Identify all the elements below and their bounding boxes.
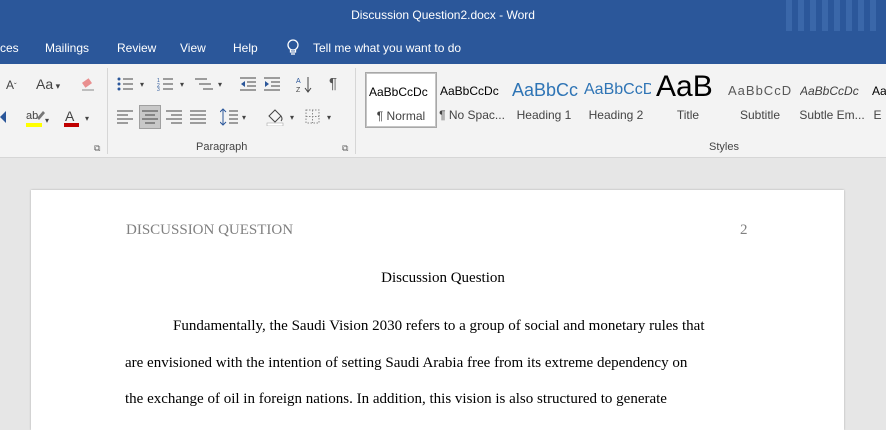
style-4[interactable]: AaBbCcD Heading 2 — [581, 72, 651, 126]
sort-icon[interactable]: AZ — [296, 76, 312, 99]
align-right-icon[interactable] — [166, 110, 182, 129]
decrease-indent-icon[interactable] — [240, 77, 256, 96]
tab-mailings[interactable]: Mailings — [45, 41, 89, 55]
svg-text:A: A — [296, 78, 301, 85]
style-sample: AaB — [656, 72, 713, 103]
svg-text:▾: ▾ — [327, 113, 331, 122]
style-sample: AaBbCcDc — [800, 84, 859, 98]
style-sample: AaBbCcD — [584, 81, 651, 98]
group-separator — [355, 68, 356, 154]
style-name: Subtle Em... — [799, 108, 865, 122]
svg-text:▾: ▾ — [242, 113, 246, 122]
body-line: the exchange of oil in foreign nations. … — [125, 391, 667, 407]
style-name: Title — [676, 108, 700, 122]
style-sample: AaBbCcDc — [369, 85, 428, 99]
borders-icon[interactable]: ▾ — [305, 108, 337, 131]
change-case-button[interactable]: Aa ▾ — [36, 76, 60, 92]
style-name: Heading 1 — [516, 108, 572, 122]
page-header-text: DISCUSSION QUESTION — [126, 222, 294, 238]
svg-text:▾: ▾ — [290, 113, 294, 122]
style-1[interactable]: AaBbCcDc ¶ Normal — [365, 72, 437, 128]
shrink-font-button[interactable]: Aˇ — [6, 78, 17, 92]
lightbulb-icon — [286, 39, 300, 59]
highlight-color-icon[interactable]: ab ▾ — [25, 108, 51, 133]
align-left-icon[interactable] — [117, 110, 133, 129]
style-sample: Aa — [872, 84, 886, 98]
ribbon: Aˇ Aa ▾ ab ▾ A ▾ ⧉ ▾ 1 2 3 ▾ ▾ AZ ¶ ▾ ▾ … — [0, 64, 886, 158]
line-spacing-icon[interactable]: ▾ — [219, 108, 250, 131]
style-name: ¶ No Spac... — [439, 108, 505, 122]
body-line: Fundamentally, the Saudi Vision 2030 ref… — [173, 318, 705, 334]
font-dialog-launcher[interactable]: ⧉ — [94, 143, 100, 154]
justify-icon[interactable] — [190, 110, 206, 129]
style-sample: AaBbCcD — [728, 83, 793, 98]
align-center-button[interactable] — [139, 105, 161, 129]
svg-text:▾: ▾ — [180, 80, 184, 89]
svg-text:▾: ▾ — [85, 114, 89, 123]
svg-text:A: A — [65, 108, 75, 124]
shading-icon[interactable]: ▾ — [266, 108, 298, 131]
title-bar: Discussion Question2.docx - Word — [0, 0, 886, 31]
window-title: Discussion Question2.docx - Word — [351, 8, 535, 22]
page-number: 2 — [740, 222, 748, 238]
svg-text:ab: ab — [26, 110, 38, 122]
clear-formatting-icon[interactable] — [80, 78, 96, 97]
style-3[interactable]: AaBbCc Heading 1 — [509, 72, 579, 126]
multilevel-list-icon[interactable]: ▾ — [195, 77, 227, 96]
svg-text:3: 3 — [157, 87, 160, 91]
show-formatting-marks-icon[interactable]: ¶ — [329, 75, 337, 92]
paragraph-group-label: Paragraph — [196, 141, 248, 153]
style-6[interactable]: AaBbCcD Subtitle — [725, 72, 795, 126]
tab-references[interactable]: ces — [0, 41, 19, 55]
svg-text:Z: Z — [296, 87, 301, 94]
body-line: are envisioned with the intention of set… — [125, 355, 688, 371]
ribbon-tabs: ces Mailings Review View Help Tell me wh… — [0, 31, 886, 64]
font-color-icon[interactable]: A ▾ — [63, 108, 93, 133]
style-7[interactable]: AaBbCcDc Subtle Em... — [797, 72, 867, 126]
style-8[interactable]: Aa E — [869, 72, 886, 126]
svg-text:▾: ▾ — [218, 80, 222, 89]
bullets-icon[interactable]: ▾ — [117, 77, 149, 96]
style-name: Subtitle — [739, 108, 781, 122]
svg-text:▾: ▾ — [45, 116, 49, 125]
style-name: E — [873, 108, 882, 122]
styles-group-label: Styles — [709, 141, 739, 153]
document-title: Discussion Question — [381, 270, 505, 286]
title-bar-decoration — [776, 0, 886, 31]
partial-icon — [0, 110, 6, 128]
group-separator — [107, 68, 108, 154]
tab-review[interactable]: Review — [117, 41, 156, 55]
style-name: Heading 2 — [588, 108, 644, 122]
style-sample: AaBbCcDc — [440, 84, 499, 98]
style-sample: AaBbCc — [512, 80, 579, 100]
paragraph-dialog-launcher[interactable]: ⧉ — [342, 143, 348, 154]
tab-view[interactable]: View — [180, 41, 206, 55]
numbering-icon[interactable]: 1 2 3 ▾ — [157, 77, 189, 96]
style-5[interactable]: AaB Title — [653, 72, 723, 126]
tab-help[interactable]: Help — [233, 41, 258, 55]
style-2[interactable]: AaBbCcDc ¶ No Spac... — [437, 72, 507, 126]
increase-indent-icon[interactable] — [264, 77, 280, 96]
style-name: ¶ Normal — [376, 109, 426, 123]
svg-text:▾: ▾ — [140, 80, 144, 89]
tell-me-search[interactable]: Tell me what you want to do — [313, 41, 461, 55]
